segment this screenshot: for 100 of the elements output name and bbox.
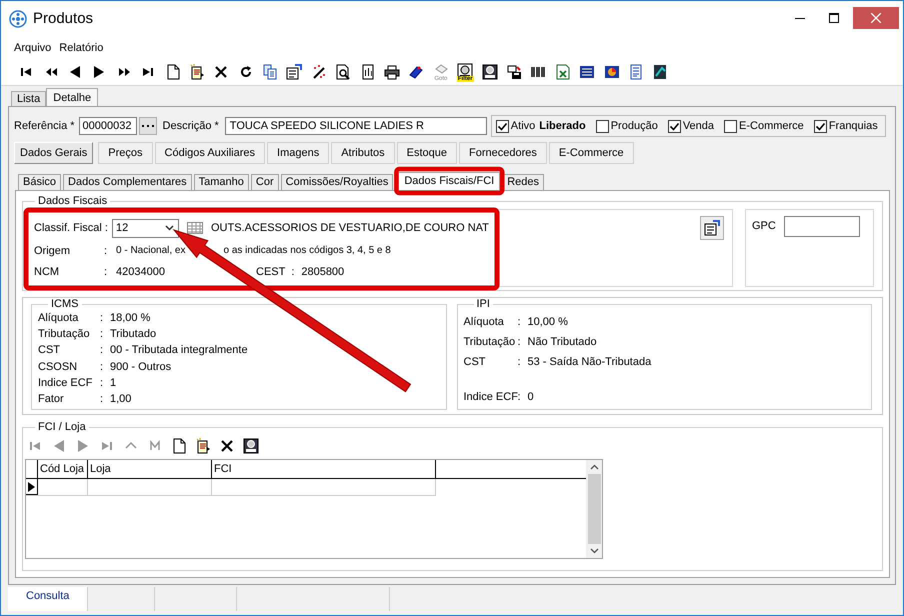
field-value: 900 - Outros	[110, 360, 172, 373]
app-icon	[9, 10, 27, 28]
column-header[interactable]: Cód Loja	[38, 460, 88, 478]
tab[interactable]: Dados Fiscais/FCI	[398, 172, 500, 190]
copy-icon	[262, 64, 278, 80]
field-value: 10,00 %	[528, 316, 568, 328]
field-label: Referência *	[14, 120, 75, 132]
field-label: Descrição *	[162, 120, 219, 132]
ellipsis-icon	[142, 124, 154, 128]
tab[interactable]: Fornecedores	[459, 142, 547, 164]
chevron-down-icon	[165, 225, 174, 231]
colon: :	[291, 266, 296, 278]
input-field[interactable]: 00000032	[78, 117, 137, 135]
wand-icon	[310, 64, 327, 80]
menu-item[interactable]: Arquivo	[14, 40, 52, 57]
input-field[interactable]	[784, 216, 860, 237]
checkbox-label: Venda	[682, 120, 714, 132]
chevron-down-icon[interactable]	[590, 548, 598, 554]
field-value: Tributado	[110, 328, 156, 340]
group-title: Dados Fiscais	[37, 195, 108, 207]
barcode-icon	[530, 64, 546, 80]
colon: :	[100, 392, 104, 405]
new-document-icon	[171, 438, 187, 454]
tab[interactable]: Redes	[502, 174, 544, 190]
colon: :	[104, 266, 108, 278]
new-document-icon	[164, 64, 181, 80]
field-label: CSOSN	[38, 360, 78, 373]
input-field[interactable]: TOUCA SPEEDO SILICONE LADIES R	[224, 117, 487, 135]
report-icon	[360, 64, 376, 80]
checkbox[interactable]	[724, 120, 738, 132]
window-title: Produtos	[33, 10, 94, 27]
tab[interactable]: Detalhe	[46, 88, 98, 106]
checkbox-label: Produção	[610, 120, 658, 132]
tab[interactable]: E-Commerce	[548, 142, 634, 164]
group-title: ICMS	[50, 298, 80, 310]
tab[interactable]: Cor	[250, 174, 279, 190]
spreadsheet-icon	[554, 64, 571, 80]
delete-icon	[213, 64, 230, 80]
colon: :	[104, 244, 108, 256]
field-label: Alíquota	[38, 312, 80, 324]
colon: :	[518, 391, 522, 403]
field-value: OUTS.ACESSORIOS DE VESTUARIO,DE COURO NAT	[211, 222, 489, 234]
edit-document-icon	[188, 64, 205, 80]
column-header[interactable]: Loja	[88, 460, 212, 478]
tab[interactable]: Dados Complementares	[63, 174, 192, 190]
tab[interactable]: Imagens	[267, 142, 330, 164]
checked-checkbox[interactable]	[668, 120, 681, 132]
delete-icon	[219, 438, 235, 454]
tab[interactable]: Preços	[98, 142, 153, 164]
field-value: 2805800	[301, 266, 344, 278]
grid-icon[interactable]	[187, 221, 203, 235]
column-header[interactable]: FCI	[212, 460, 436, 478]
field-label: Alíquota	[464, 316, 505, 328]
document-icon	[628, 64, 644, 80]
checkbox-label: Franquias	[828, 120, 878, 132]
chevron-up-icon[interactable]	[590, 464, 598, 470]
colon: :	[518, 356, 522, 368]
field-label: CST	[464, 356, 486, 368]
checkbox-label: Ativo	[510, 120, 536, 132]
tab[interactable]: Lista	[11, 91, 46, 106]
field-label: Indice ECF	[38, 376, 94, 389]
filter-icon	[457, 62, 474, 78]
ellipsis-button[interactable]	[138, 117, 157, 135]
tab[interactable]: Atributos	[331, 142, 395, 164]
checkbox-label: E-Commerce	[739, 120, 804, 132]
field-value: 42034000	[116, 266, 166, 278]
close-button[interactable]	[853, 7, 899, 29]
tab[interactable]: Estoque	[396, 142, 458, 164]
form-button[interactable]	[700, 216, 724, 240]
checkbox[interactable]	[596, 120, 609, 132]
magnifier-document-icon	[335, 64, 352, 80]
checked-checkbox[interactable]	[814, 120, 827, 132]
field-label: Tributação	[38, 328, 91, 340]
tab[interactable]: Básico	[18, 174, 62, 190]
field-label: CST	[38, 344, 61, 356]
field-label: Classif. Fiscal :	[34, 222, 109, 234]
status-panel: Consulta	[8, 587, 88, 611]
field-value: 0	[528, 391, 534, 403]
dropdown-field[interactable]: 12	[112, 218, 179, 238]
pie-chart-icon	[604, 64, 620, 80]
colon: :	[100, 376, 104, 389]
tab[interactable]: Dados Gerais	[14, 142, 94, 164]
tab[interactable]: Códigos Auxiliares	[154, 142, 266, 164]
tab[interactable]: Tamanho	[194, 174, 249, 190]
tag-icon	[408, 64, 424, 80]
menu-item[interactable]: Relatório	[59, 40, 104, 57]
field-value: o as indicadas nos códigos 3, 4, 5 e 8	[223, 245, 391, 256]
scrollbar[interactable]	[586, 460, 602, 558]
colon: :	[100, 312, 104, 324]
edit-document-icon	[195, 438, 211, 454]
colon: :	[100, 360, 104, 373]
colon: :	[100, 344, 104, 356]
form-icon	[704, 220, 720, 236]
colon: :	[518, 316, 522, 328]
group-title: FCI / Loja	[37, 421, 87, 433]
printer-icon	[384, 64, 400, 80]
field-value: 53 - Saída Não-Tributada	[528, 356, 652, 368]
tab[interactable]: Comissões/Royalties	[280, 174, 394, 190]
scrollbar-thumb[interactable]	[588, 474, 600, 544]
checked-checkbox[interactable]	[496, 120, 509, 132]
